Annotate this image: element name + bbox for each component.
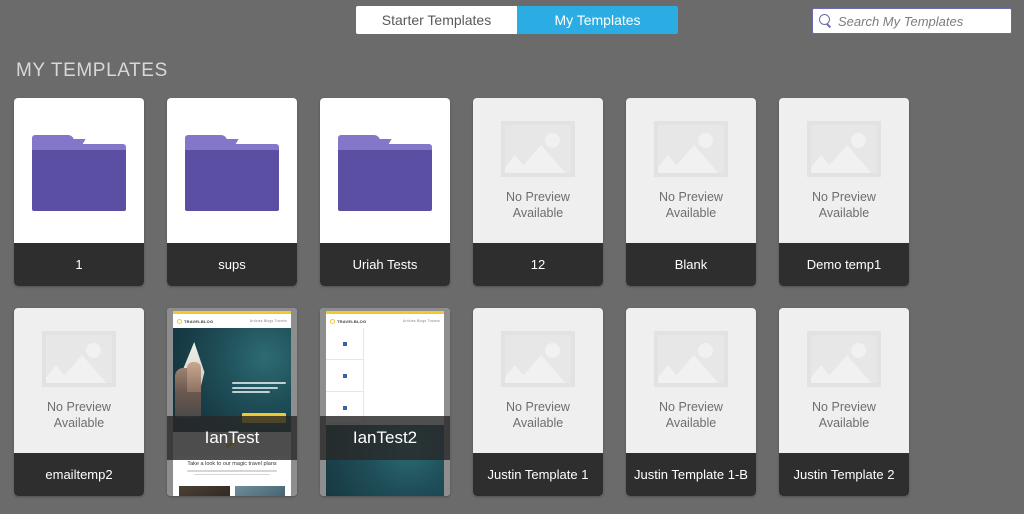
tab-my-templates-label: My Templates (554, 12, 641, 28)
search-input[interactable] (838, 13, 1016, 29)
card-thumbnail (320, 98, 450, 243)
logo-icon (330, 318, 335, 324)
no-preview-text: No Preview Available (506, 399, 570, 430)
card-thumbnail (167, 98, 297, 243)
template-card-preview[interactable]: TRAVELBLOG Articles Blogs Travels IanTes… (320, 308, 450, 496)
no-preview-text: No Preview Available (659, 189, 723, 220)
no-preview-text: No Preview Available (812, 189, 876, 220)
template-card[interactable]: No Preview Available Justin Template 2 (779, 308, 909, 496)
template-card-preview[interactable]: TRAVELBLOG Articles Blogs Travels Take a… (167, 308, 297, 496)
card-label: IanTest (167, 416, 297, 460)
card-thumbnail (14, 98, 144, 243)
card-thumbnail: No Preview Available (473, 98, 603, 243)
templates-grid: 1 sups Uriah Tests No Preview Available … (14, 98, 955, 496)
card-label: sups (167, 243, 297, 286)
page-title: MY TEMPLATES (16, 60, 168, 81)
search-box[interactable] (812, 8, 1016, 34)
card-label: 12 (473, 243, 603, 286)
folder-icon (338, 134, 432, 211)
preview-footer-heading: Take a look to our magic travel plans (187, 461, 277, 467)
card-thumbnail: No Preview Available (626, 308, 756, 453)
card-label: Justin Template 1-B (626, 453, 756, 496)
card-thumbnail: No Preview Available (473, 308, 603, 453)
preview-nav-text: Articles Blogs Travels (402, 319, 440, 323)
card-label: 1 (14, 243, 144, 286)
card-label: Demo temp1 (779, 243, 909, 286)
image-placeholder-icon (807, 330, 881, 387)
top-bar: Starter Templates My Templates (0, 0, 1024, 38)
card-label: Uriah Tests (320, 243, 450, 286)
card-thumbnail: No Preview Available (779, 98, 909, 243)
image-placeholder-icon (42, 330, 116, 387)
card-label: Justin Template 1 (473, 453, 603, 496)
folder-icon (185, 134, 279, 211)
no-preview-text: No Preview Available (47, 399, 111, 430)
template-card[interactable]: No Preview Available Demo temp1 (779, 98, 909, 286)
template-thumbnail: TRAVELBLOG Articles Blogs Travels (320, 308, 450, 496)
card-label: Blank (626, 243, 756, 286)
no-preview-text: No Preview Available (659, 399, 723, 430)
image-placeholder-icon (654, 330, 728, 387)
image-placeholder-icon (807, 120, 881, 177)
search-icon (819, 14, 833, 28)
card-label: IanTest2 (320, 416, 450, 460)
template-card[interactable]: No Preview Available Justin Template 1-B (626, 308, 756, 496)
preview-logo-text: TRAVELBLOG (184, 318, 214, 324)
logo-icon (177, 318, 182, 324)
template-card-folder[interactable]: 1 (14, 98, 144, 286)
no-preview-text: No Preview Available (506, 189, 570, 220)
card-label: emailtemp2 (14, 453, 144, 496)
tab-my-templates[interactable]: My Templates (517, 6, 678, 34)
image-placeholder-icon (501, 330, 575, 387)
no-preview-text: No Preview Available (812, 399, 876, 430)
card-thumbnail: No Preview Available (626, 98, 756, 243)
tab-starter-templates-label: Starter Templates (381, 12, 492, 28)
template-card[interactable]: No Preview Available 12 (473, 98, 603, 286)
image-placeholder-icon (501, 120, 575, 177)
image-placeholder-icon (654, 120, 728, 177)
template-card-folder[interactable]: sups (167, 98, 297, 286)
template-card[interactable]: No Preview Available Justin Template 1 (473, 308, 603, 496)
template-card[interactable]: No Preview Available emailtemp2 (14, 308, 144, 496)
card-thumbnail: No Preview Available (779, 308, 909, 453)
preview-logo-text: TRAVELBLOG (337, 318, 367, 324)
template-source-tabs: Starter Templates My Templates (356, 6, 678, 34)
card-label: Justin Template 2 (779, 453, 909, 496)
folder-icon (32, 134, 126, 211)
template-thumbnail: TRAVELBLOG Articles Blogs Travels Take a… (167, 308, 297, 496)
template-card-folder[interactable]: Uriah Tests (320, 98, 450, 286)
tab-starter-templates[interactable]: Starter Templates (356, 6, 517, 34)
template-card[interactable]: No Preview Available Blank (626, 98, 756, 286)
card-thumbnail: No Preview Available (14, 308, 144, 453)
preview-nav-text: Articles Blogs Travels (249, 319, 287, 323)
